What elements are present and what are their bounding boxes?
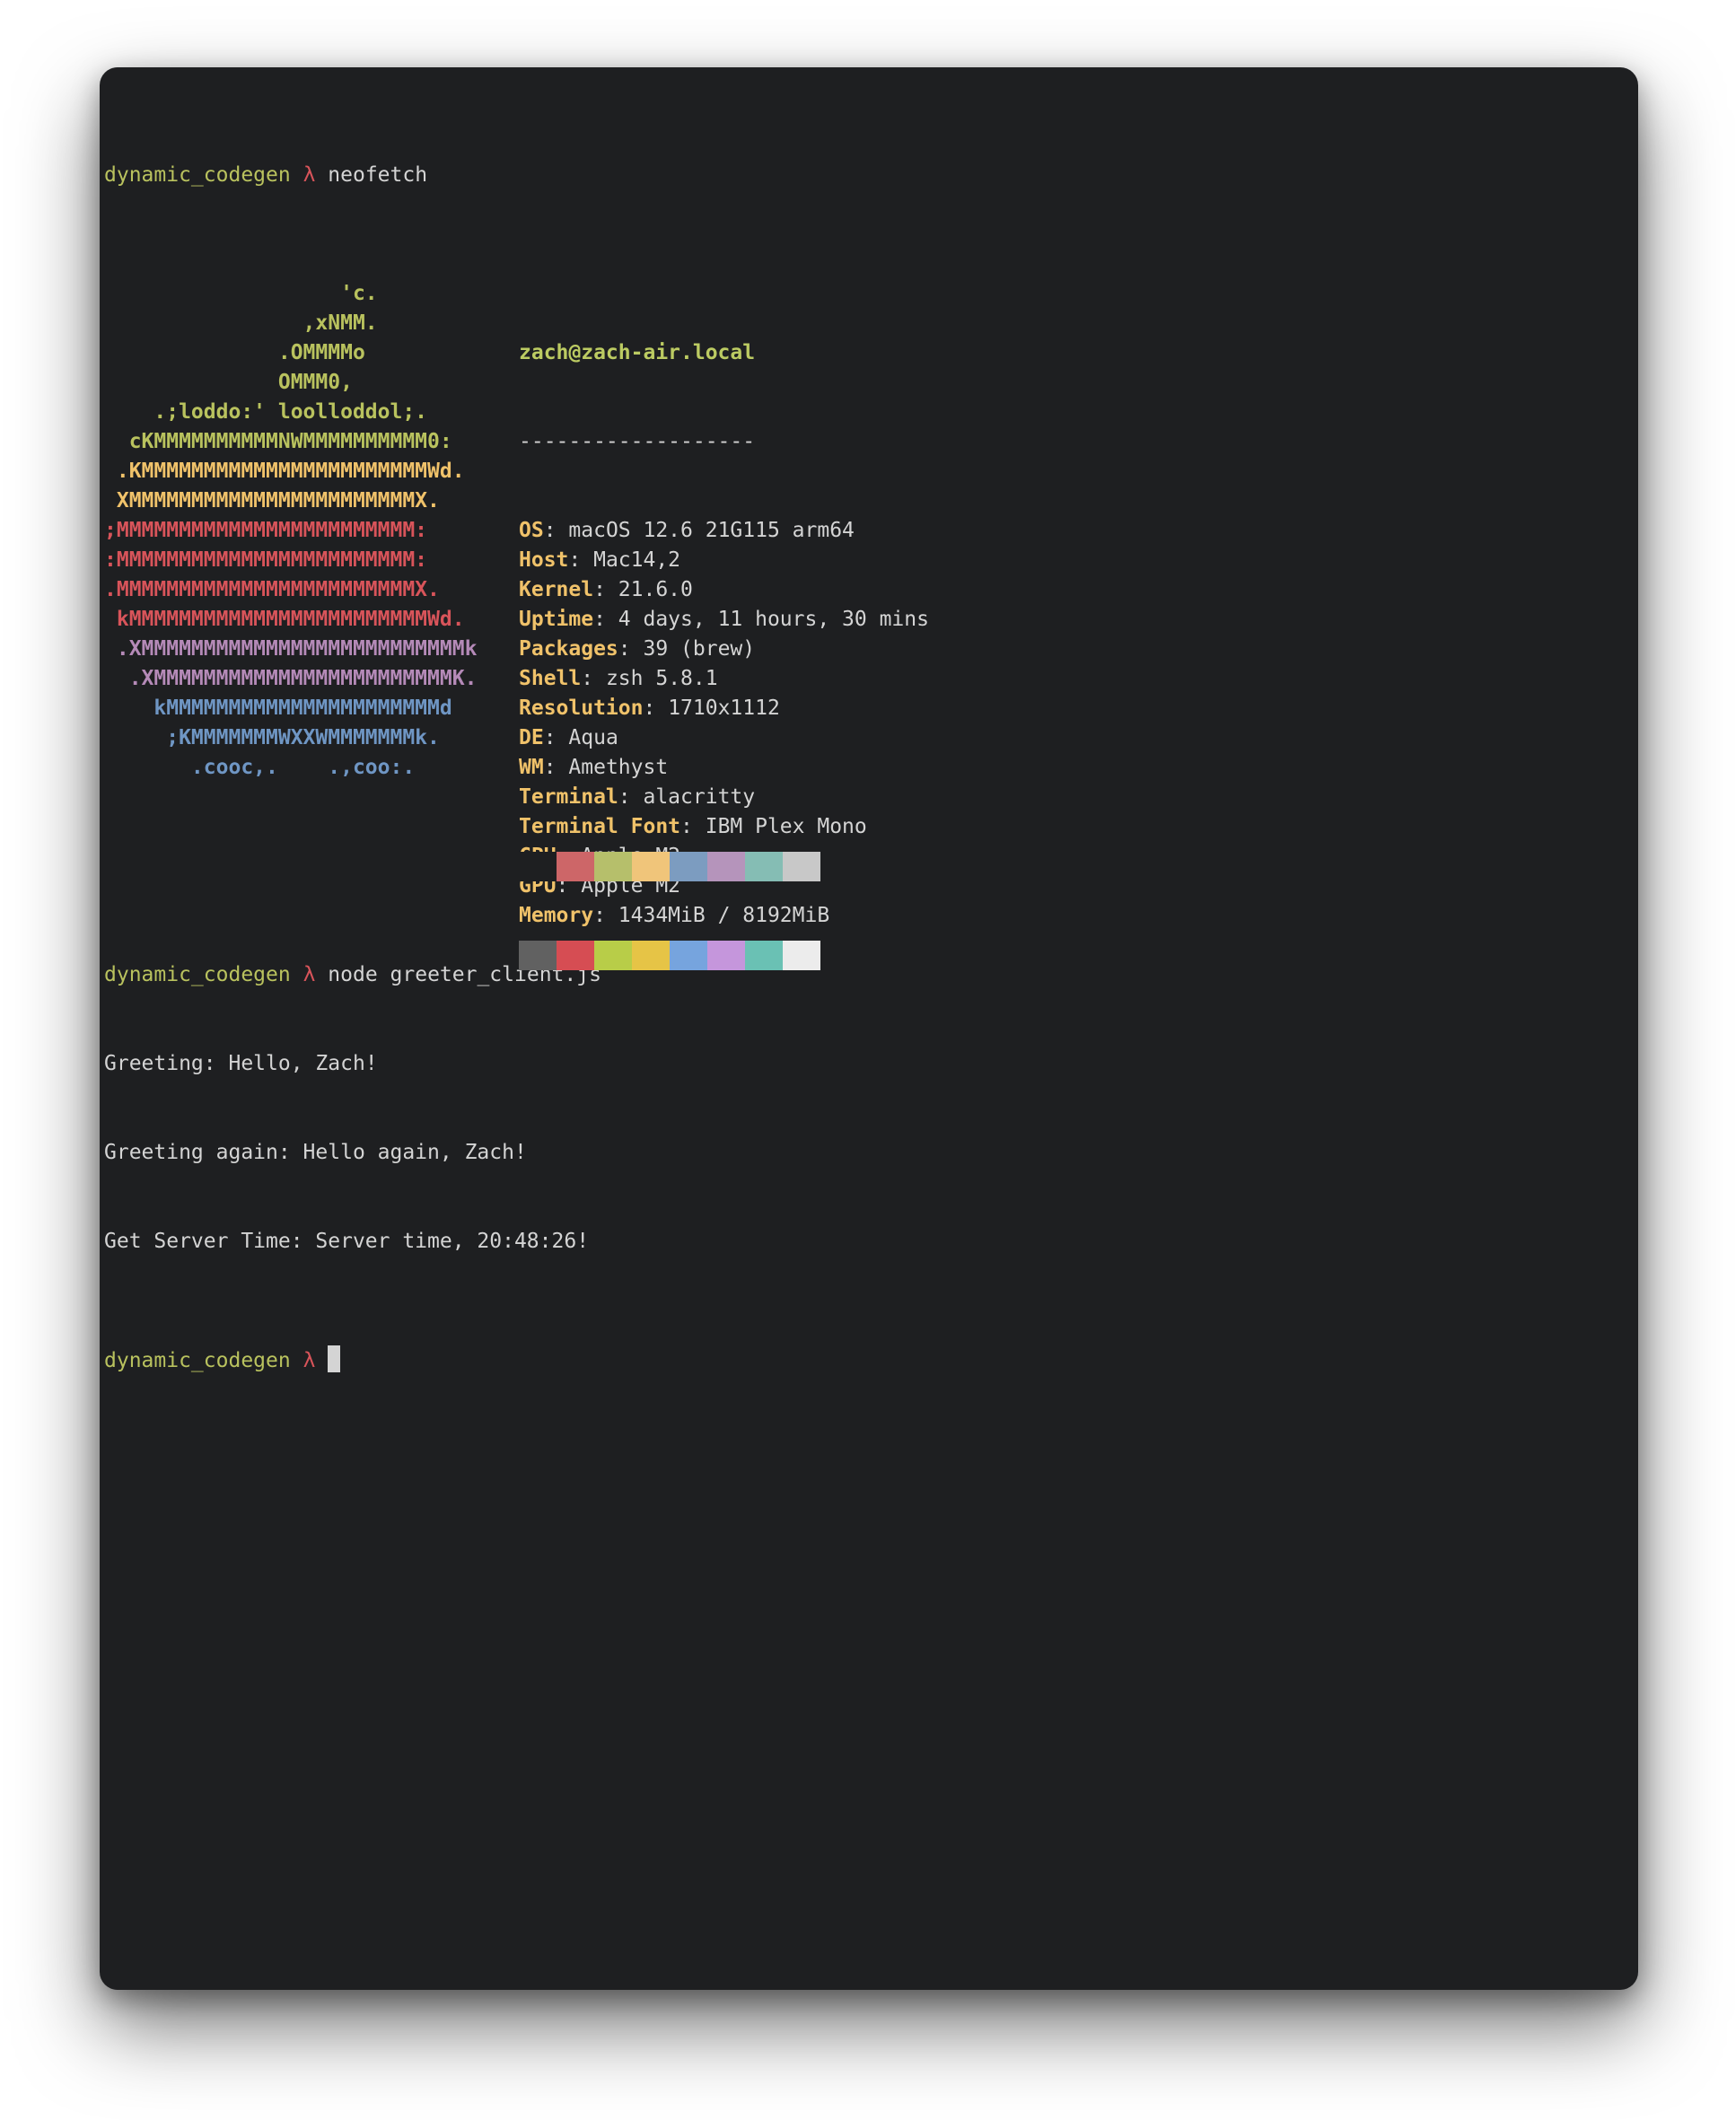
info-key: Uptime [519,608,594,631]
logo-line: .XMMMMMMMMMMMMMMMMMMMMMMMMK. [104,667,478,690]
logo-line: :MMMMMMMMMMMMMMMMMMMMMMMM: [104,548,428,572]
info-key: Resolution [519,696,644,720]
palette-swatch [783,852,820,881]
command-text: neofetch [328,163,428,187]
logo-line: .cooc,. .,coo:. [104,756,416,779]
user-host: zach@zach-air.local [519,341,756,364]
palette-swatch [519,852,557,881]
palette-swatch [707,852,745,881]
prompt-line-neofetch: dynamic_codegen λ neofetch [104,161,601,190]
palette-swatch [670,941,707,970]
prompt-symbol: λ [302,163,316,187]
palette-swatch [783,941,820,970]
logo-line: ;MMMMMMMMMMMMMMMMMMMMMMMM: [104,519,428,542]
prompt-symbol: λ [302,963,316,986]
apple-ascii-logo: 'c. ,xNMM. .OMMMMo OMMM0, .;loddo:' lool… [104,279,477,783]
palette-swatch [745,941,783,970]
info-key: DE [519,726,544,749]
info-row: Shell: zsh 5.8.1 [519,667,718,690]
info-value: 4 days, 11 hours, 30 mins [618,608,929,631]
prompt-directory: dynamic_codegen [104,1349,291,1372]
logo-line: .OMMMMo [104,341,365,364]
output-line: Greeting: Hello, Zach! [104,1052,378,1075]
palette-row-bright [519,941,820,970]
terminal-window[interactable]: dynamic_codegen λ neofetch 'c. ,xNMM. .O… [100,67,1638,1990]
logo-line: cKMMMMMMMMMMNWMMMMMMMMMM0: [104,430,452,453]
text-cursor[interactable] [328,1345,341,1372]
info-row: Host: Mac14,2 [519,548,681,572]
palette-swatch [594,852,632,881]
neofetch-output: 'c. ,xNMM. .OMMMMo OMMM0, .;loddo:' lool… [104,279,929,970]
output-line: Greeting again: Hello again, Zach! [104,1141,527,1164]
logo-line: OMMM0, [104,371,353,394]
info-value: zsh 5.8.1 [605,667,718,690]
logo-line: kMMMMMMMMMMMMMMMMMMMMMMMMWd. [104,608,465,631]
info-row: Kernel: 21.6.0 [519,578,693,601]
info-value: macOS 12.6 21G115 arm64 [568,519,855,542]
prompt-directory: dynamic_codegen [104,163,291,187]
palette-swatch [632,852,670,881]
palette-row-normal [519,852,820,881]
logo-line: .;loddo:' loolloddol;. [104,400,428,424]
terminal-buffer[interactable]: dynamic_codegen λ neofetch 'c. ,xNMM. .O… [104,72,929,1464]
palette-swatch [557,941,594,970]
info-value: 1710x1112 [668,696,780,720]
info-value: 39 (brew) [643,637,756,661]
info-value: Amethyst [568,756,669,779]
prompt-line-active[interactable]: dynamic_codegen λ [104,1345,601,1375]
info-key: WM [519,756,544,779]
info-key: Kernel [519,578,594,601]
palette-swatch [557,852,594,881]
prompt-directory: dynamic_codegen [104,963,291,986]
info-row: Packages: 39 (brew) [519,637,756,661]
logo-line: kMMMMMMMMMMMMMMMMMMMMMMd [104,696,452,720]
palette-swatch [632,941,670,970]
palette-swatch [707,941,745,970]
palette-swatch [519,941,557,970]
info-row: Uptime: 4 days, 11 hours, 30 mins [519,608,929,631]
info-row: Resolution: 1710x1112 [519,696,780,720]
info-value: Aqua [568,726,618,749]
info-key: Shell [519,667,582,690]
info-separator: ------------------- [519,430,756,453]
color-palette [519,793,820,970]
info-value: 21.6.0 [618,578,693,601]
info-key: OS [519,519,544,542]
output-line: Get Server Time: Server time, 20:48:26! [104,1230,590,1253]
logo-line: ,xNMM. [104,311,378,335]
info-row: WM: Amethyst [519,756,669,779]
prompt-symbol: λ [302,1349,316,1372]
palette-swatch [594,941,632,970]
info-row: DE: Aqua [519,726,618,749]
palette-swatch [670,852,707,881]
info-key: Host [519,548,569,572]
info-value: Mac14,2 [593,548,681,572]
logo-line: ;KMMMMMMMWXXWMMMMMMMk. [104,726,440,749]
logo-line: .XMMMMMMMMMMMMMMMMMMMMMMMMMMk [104,637,478,661]
logo-line: .MMMMMMMMMMMMMMMMMMMMMMMMX. [104,578,440,601]
logo-line: XMMMMMMMMMMMMMMMMMMMMMMMX. [104,489,440,512]
palette-swatch [745,852,783,881]
logo-line: 'c. [104,282,378,305]
info-row: OS: macOS 12.6 21G115 arm64 [519,519,855,542]
info-key: Packages [519,637,618,661]
logo-line: .KMMMMMMMMMMMMMMMMMMMMMMMWd. [104,460,465,483]
